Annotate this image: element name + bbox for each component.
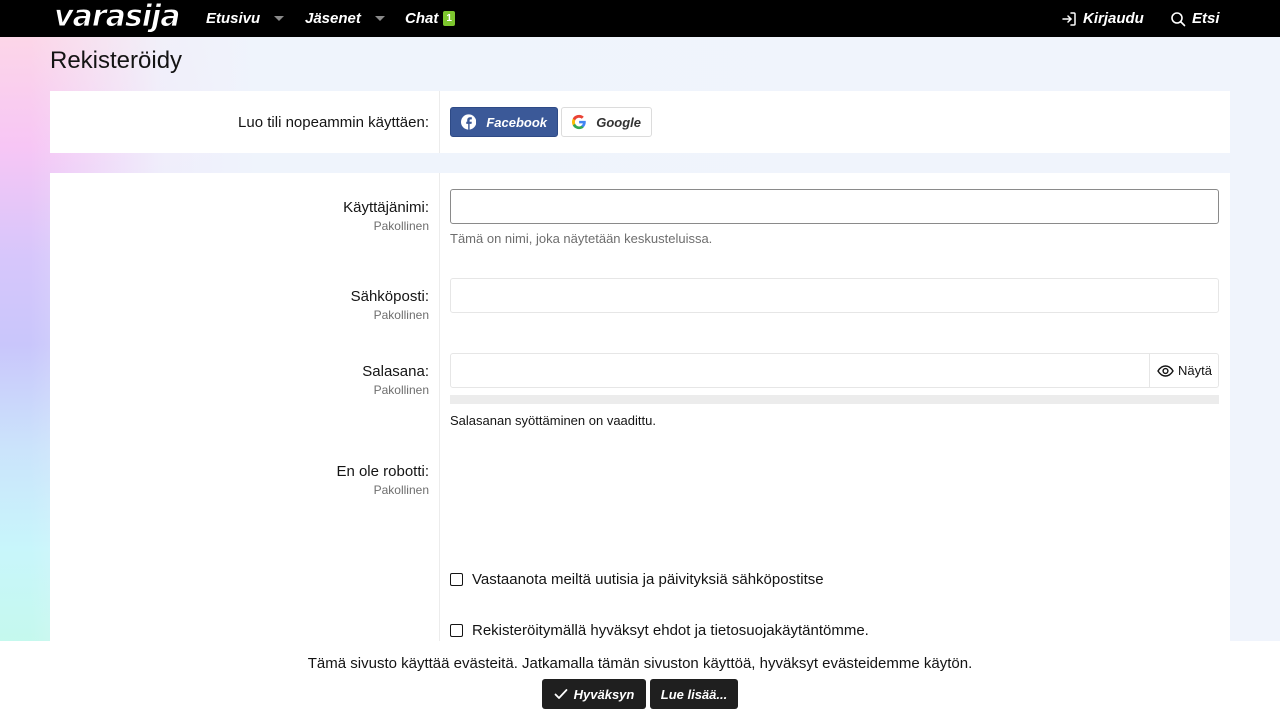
registration-form: Käyttäjänimi: Pakollinen Tämä on nimi, j… xyxy=(50,173,1230,653)
nav-item-chat[interactable]: Chat 1 xyxy=(405,0,455,37)
required-hint: Pakollinen xyxy=(373,308,429,322)
terms-option[interactable]: Rekisteröitymällä hyväksyt ehdot ja tiet… xyxy=(450,622,869,639)
email-input[interactable] xyxy=(450,278,1219,313)
cookie-text: Tämä sivusto käyttää evästeitä. Jatkamal… xyxy=(307,655,973,672)
facebook-login-button[interactable]: Facebook xyxy=(450,107,558,137)
panel-divider xyxy=(439,91,440,153)
newsletter-checkbox[interactable] xyxy=(450,573,463,586)
nav-item-jasenet[interactable]: Jäsenet xyxy=(305,0,385,37)
page-title: Rekisteröidy xyxy=(50,47,183,74)
facebook-icon xyxy=(461,114,477,130)
newsletter-label: Vastaanota meiltä uutisia ja päivityksiä… xyxy=(472,571,824,588)
chevron-down-icon[interactable] xyxy=(374,16,385,21)
email-label-text: Sähköposti: xyxy=(350,288,429,305)
required-hint: Pakollinen xyxy=(373,483,429,497)
captcha-label: En ole robotti: Pakollinen xyxy=(336,463,429,497)
show-password-button[interactable]: Näytä xyxy=(1149,353,1219,388)
google-login-button[interactable]: Google xyxy=(561,107,652,137)
panel-divider xyxy=(439,173,440,653)
social-login-panel: Luo tili nopeammin käyttäen: Facebook Go… xyxy=(50,91,1230,153)
chevron-down-icon[interactable] xyxy=(274,16,285,21)
email-label: Sähköposti: Pakollinen xyxy=(351,288,429,322)
terms-label: Rekisteröitymällä hyväksyt ehdot ja tiet… xyxy=(472,622,869,639)
password-strength-meter xyxy=(450,395,1219,404)
checkmark-icon xyxy=(554,689,568,699)
nav-item-label: Jäsenet xyxy=(305,10,361,27)
password-input[interactable] xyxy=(450,353,1219,388)
show-password-label: Näytä xyxy=(1178,363,1212,378)
sign-in-icon xyxy=(1062,11,1076,26)
search-link[interactable]: Etsi xyxy=(1170,0,1220,37)
nav-item-label: Etusivu xyxy=(206,10,261,27)
username-label-text: Käyttäjänimi: xyxy=(343,199,429,216)
login-label: Kirjaudu xyxy=(1083,10,1144,27)
site-logo[interactable]: varasija xyxy=(54,0,182,37)
nav-item-label: Chat xyxy=(405,10,439,27)
search-label: Etsi xyxy=(1192,10,1220,27)
eye-icon xyxy=(1157,364,1174,377)
terms-checkbox[interactable] xyxy=(450,624,463,637)
read-more-label: Lue lisää... xyxy=(660,686,728,702)
required-hint: Pakollinen xyxy=(373,219,429,233)
search-icon xyxy=(1171,11,1186,26)
top-navigation: varasija Etusivu Jäsenet Chat 1 Kirjaudu… xyxy=(0,0,1280,37)
required-hint: Pakollinen xyxy=(373,383,429,397)
username-input[interactable] xyxy=(450,189,1219,224)
accept-label: Hyväksyn xyxy=(573,686,635,702)
password-strength-text: Salasanan syöttäminen on vaadittu. xyxy=(450,413,656,428)
password-label-text: Salasana: xyxy=(362,363,429,380)
google-label: Google xyxy=(596,114,641,130)
username-label: Käyttäjänimi: Pakollinen xyxy=(343,199,429,233)
accept-cookies-button[interactable]: Hyväksyn xyxy=(542,679,646,709)
captcha-label-text: En ole robotti: xyxy=(336,463,429,480)
social-login-label: Luo tili nopeammin käyttäen: xyxy=(238,114,429,131)
login-link[interactable]: Kirjaudu xyxy=(1061,0,1144,37)
chat-count-badge: 1 xyxy=(443,11,455,26)
read-more-button[interactable]: Lue lisää... xyxy=(650,679,738,709)
password-label: Salasana: Pakollinen xyxy=(362,363,429,397)
nav-item-etusivu[interactable]: Etusivu xyxy=(206,0,285,37)
facebook-label: Facebook xyxy=(486,114,547,130)
google-icon xyxy=(572,114,586,130)
username-hint: Tämä on nimi, joka näytetään keskustelui… xyxy=(450,231,713,246)
cookie-notice: Tämä sivusto käyttää evästeitä. Jatkamal… xyxy=(0,641,1280,720)
newsletter-option[interactable]: Vastaanota meiltä uutisia ja päivityksiä… xyxy=(450,571,824,588)
